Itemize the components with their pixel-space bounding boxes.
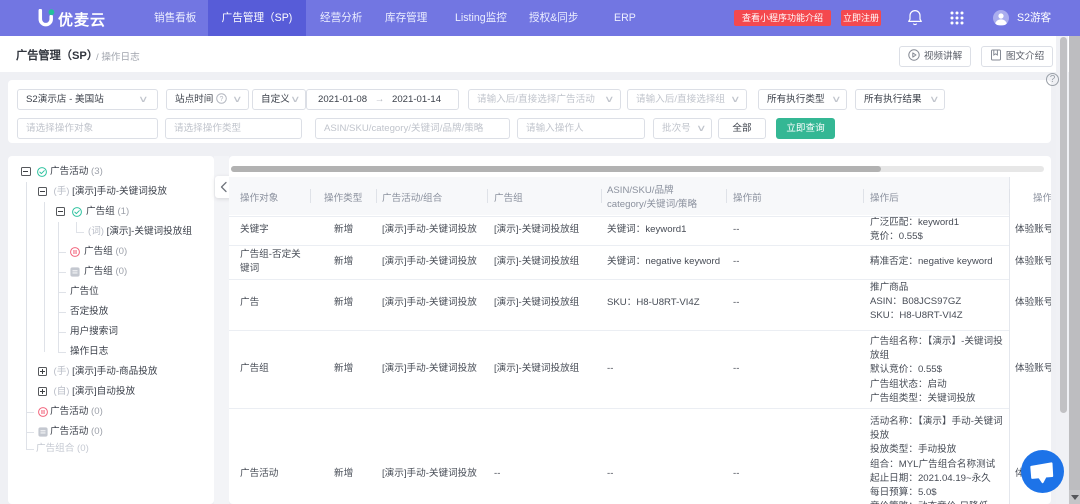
svg-text:?: ?: [220, 96, 224, 103]
